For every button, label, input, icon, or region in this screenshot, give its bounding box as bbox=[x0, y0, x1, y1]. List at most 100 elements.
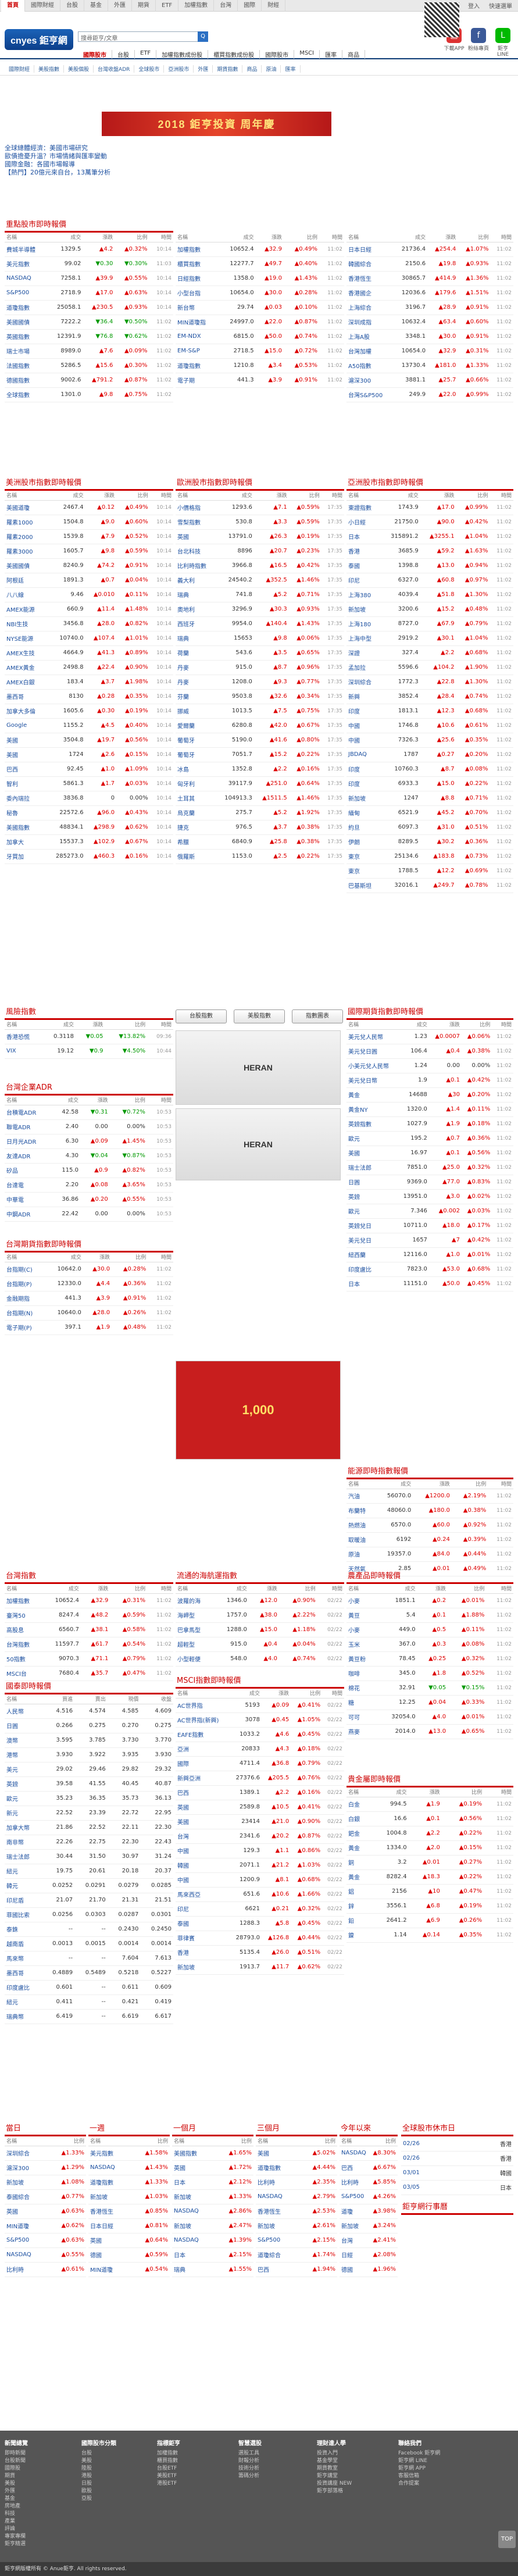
table-cell[interactable]: 熱燃油 bbox=[346, 1518, 376, 1533]
table-cell[interactable]: 智利 bbox=[5, 776, 46, 791]
table-row[interactable]: 瑞典 15653 ▲9.8 ▲0.06% 17:35 bbox=[176, 631, 344, 646]
table-row[interactable]: AMEX生技 4664.9 ▲41.3 ▲0.89% 10:14 bbox=[5, 645, 173, 661]
table-row[interactable]: 泰國 1288.3 ▲5.8 ▲0.45% 02/22 bbox=[176, 1916, 344, 1931]
table-row[interactable]: 阿根廷 1891.3 ▲0.7 ▲0.04% 10:14 bbox=[5, 573, 173, 588]
table-row[interactable]: 香港恆生 30865.7 ▲414.9 ▲1.36% 11:02 bbox=[346, 271, 513, 286]
table-row[interactable]: 新興亞洲 27376.6 ▲205.5 ▲0.76% 02/22 bbox=[176, 1771, 344, 1786]
table-cell[interactable]: 東證指數 bbox=[346, 500, 381, 515]
table-row[interactable]: 印度盧比 7823.0 ▲53.0 ▲0.68% 11:02 bbox=[346, 1262, 513, 1277]
table-cell[interactable]: VIX bbox=[5, 1044, 42, 1059]
footer-link[interactable]: 科技 bbox=[5, 2510, 28, 2518]
nav-item[interactable]: 匯率 bbox=[320, 50, 343, 59]
footer-link[interactable]: 評論 bbox=[5, 2525, 28, 2533]
quick-button[interactable]: 指數圖表 bbox=[292, 1009, 343, 1023]
table-row[interactable]: 英國 ▲0.64% bbox=[88, 2233, 170, 2248]
footer-link[interactable]: 亞股 bbox=[81, 2495, 116, 2503]
table-cell[interactable]: 印度盧比 bbox=[5, 1980, 42, 1995]
table-row[interactable]: NASDAQ ▲0.55% bbox=[5, 2247, 86, 2263]
table-row[interactable]: NASDAQ ▲8.30% bbox=[340, 2146, 398, 2161]
table-cell[interactable]: 紐西蘭 bbox=[346, 1247, 398, 1262]
table-row[interactable]: 超輕型 915.0 ▲0.4 ▲0.04% 02/22 bbox=[176, 1637, 344, 1652]
table-row[interactable]: NASDAQ ▲1.39% bbox=[172, 2233, 253, 2248]
table-cell[interactable]: 中鋼ADR bbox=[5, 1207, 52, 1222]
table-row[interactable]: 英鎊兌日 10711.0 ▲18.0 ▲0.17% 11:02 bbox=[346, 1218, 513, 1233]
table-cell[interactable]: 丹麥 bbox=[176, 660, 216, 675]
table-cell[interactable]: 台灣 bbox=[176, 1829, 229, 1844]
subnav-item[interactable]: 匯率 bbox=[281, 65, 301, 73]
footer-link[interactable]: 台股新聞 bbox=[5, 2457, 28, 2465]
table-row[interactable]: EAFE指數 1033.2 ▲4.6 ▲0.45% 02/22 bbox=[176, 1727, 344, 1742]
top-tab[interactable]: 台灣 bbox=[214, 0, 238, 12]
table-cell[interactable]: 小麥 bbox=[346, 1593, 377, 1608]
table-row[interactable]: 小型台指 10654.0 ▲30.0 ▲0.28% 11:02 bbox=[176, 286, 344, 301]
top-tab[interactable]: 台股 bbox=[60, 0, 84, 12]
table-row[interactable]: 香港國企 12036.6 ▲179.6 ▲1.51% 11:02 bbox=[346, 286, 513, 301]
nav-item[interactable]: 加權指數成份股 bbox=[156, 50, 209, 59]
login-link[interactable]: 登入 bbox=[463, 1, 484, 10]
table-cell[interactable]: 原油 bbox=[346, 1547, 376, 1562]
nav-item[interactable]: 台股 bbox=[112, 50, 135, 59]
table-cell[interactable]: 孟加拉 bbox=[346, 660, 381, 675]
table-row[interactable]: 美國道瓊 2467.4 ▲0.12 ▲0.49% 10:14 bbox=[5, 500, 173, 515]
table-row[interactable]: 丹麥 915.0 ▲8.7 ▲0.96% 17:35 bbox=[176, 660, 344, 675]
table-row[interactable]: 印度 10760.3 ▲8.7 ▲0.08% 11:02 bbox=[346, 762, 513, 777]
table-row[interactable]: 滬深300 ▲1.29% bbox=[5, 2160, 86, 2175]
table-row[interactable]: 丹麥 1208.0 ▲9.3 ▲0.77% 17:35 bbox=[176, 675, 344, 690]
table-cell[interactable]: 英鎊 bbox=[346, 1189, 398, 1204]
table-cell[interactable]: 義大利 bbox=[176, 573, 216, 588]
footer-link[interactable]: 即時新聞 bbox=[5, 2450, 28, 2457]
top-tab[interactable]: 外匯 bbox=[108, 0, 132, 12]
table-cell[interactable]: 台指期(N) bbox=[5, 1305, 46, 1321]
table-cell[interactable]: MIN道瓊指 bbox=[176, 315, 219, 330]
table-row[interactable]: 希臘 6840.9 ▲25.8 ▲0.38% 17:35 bbox=[176, 834, 344, 850]
table-row[interactable]: 新加坡 1247 ▲8.8 ▲0.71% 11:02 bbox=[346, 791, 513, 806]
table-row[interactable]: 美國指數 ▲1.65% bbox=[172, 2146, 253, 2161]
table-row[interactable]: 波羅的海 1346.0 ▲12.0 ▲0.90% 02/22 bbox=[176, 1593, 344, 1608]
news-item[interactable]: 歐債擔憂升溫？市場情緒與匯率變動 bbox=[5, 152, 110, 160]
table-cell[interactable]: 黃豆 bbox=[346, 1608, 377, 1623]
footer-link[interactable]: 加權指數 bbox=[157, 2450, 180, 2457]
table-row[interactable]: 印度 6933.3 ▲15.0 ▲0.22% 11:02 bbox=[346, 776, 513, 791]
table-row[interactable]: 巴西 1389.1 ▲2.2 ▲0.16% 02/22 bbox=[176, 1785, 344, 1800]
quick-button[interactable]: 美股指數 bbox=[234, 1009, 285, 1023]
table-row[interactable]: 加拿大多倫 1605.6 ▲0.30 ▲0.19% 10:14 bbox=[5, 704, 173, 719]
table-cell[interactable]: 鋁 bbox=[346, 1884, 371, 1899]
table-cell[interactable]: 約旦 bbox=[346, 820, 381, 835]
table-row[interactable]: 鋅 3556.1 ▲6.8 ▲0.19% 11:02 bbox=[346, 1899, 513, 1914]
table-cell[interactable]: 日圓 bbox=[5, 1718, 42, 1733]
table-cell[interactable]: 美元兌日幣 bbox=[346, 1073, 398, 1088]
table-row[interactable]: 土耳其 104913.3 ▲1511.5 ▲1.46% 17:35 bbox=[176, 791, 344, 806]
table-cell[interactable]: 英鎊 bbox=[5, 1776, 42, 1792]
table-row[interactable]: AC世界指(新興) 3078 ▲0.45 ▲1.05% 02/22 bbox=[176, 1712, 344, 1728]
table-cell[interactable]: 50指數 bbox=[5, 1651, 42, 1667]
table-row[interactable]: 鎳 1.14 ▲0.14 ▲0.35% 11:02 bbox=[346, 1928, 513, 1943]
table-cell[interactable]: 台積電ADR bbox=[5, 1105, 52, 1120]
table-cell[interactable]: 羅素1000 bbox=[5, 515, 46, 530]
table-cell[interactable]: 韓國 bbox=[176, 1858, 229, 1873]
table-row[interactable]: 比利時 ▲0.61% bbox=[5, 2262, 86, 2277]
table-cell[interactable]: 美國 bbox=[5, 733, 46, 748]
table-cell[interactable]: 日月光ADR bbox=[5, 1134, 52, 1149]
table-row[interactable]: 芬蘭 9503.8 ▲32.6 ▲0.34% 17:35 bbox=[176, 689, 344, 704]
subnav-item[interactable]: 全球股市 bbox=[134, 65, 165, 73]
table-cell[interactable]: 美元指數 bbox=[5, 256, 47, 272]
table-cell[interactable]: 新台幣 bbox=[176, 300, 219, 315]
table-row[interactable]: 中鋼ADR 22.42 0.00 0.00% 10:53 bbox=[5, 1207, 173, 1222]
table-cell[interactable]: 紐元 bbox=[5, 1864, 42, 1879]
table-cell[interactable]: 深圳成指 bbox=[346, 315, 394, 330]
table-row[interactable]: 泰銖 -- -- 0.2430 0.2450 bbox=[5, 1922, 173, 1937]
table-cell[interactable]: 滬深300 bbox=[346, 373, 394, 388]
table-row[interactable]: 瑞典 741.8 ▲5.2 ▲0.71% 17:35 bbox=[176, 587, 344, 602]
ad-vacuum-1[interactable]: HERAN bbox=[176, 1030, 341, 1105]
table-row[interactable]: NASDAQ ▲2.79% bbox=[256, 2189, 337, 2204]
table-row[interactable]: MIN道瓊 ▲0.62% bbox=[5, 2218, 86, 2234]
table-row[interactable]: 紐西蘭 12116.0 ▲1.0 ▲0.01% 11:02 bbox=[346, 1247, 513, 1262]
table-row[interactable]: 英國 ▲0.63% bbox=[5, 2204, 86, 2219]
table-row[interactable]: 新加坡 3200.6 ▲15.2 ▲0.48% 11:02 bbox=[346, 602, 513, 617]
table-cell[interactable]: 櫃買指數 bbox=[176, 256, 219, 272]
table-cell[interactable]: 糖 bbox=[346, 1695, 377, 1710]
holiday-row[interactable]: 03/05 日本 bbox=[401, 2180, 513, 2195]
table-cell[interactable]: EAFE指數 bbox=[176, 1727, 229, 1742]
table-row[interactable]: 馬來西亞 651.6 ▲10.6 ▲1.66% 02/22 bbox=[176, 1887, 344, 1902]
footer-link[interactable]: 產業 bbox=[5, 2518, 28, 2525]
